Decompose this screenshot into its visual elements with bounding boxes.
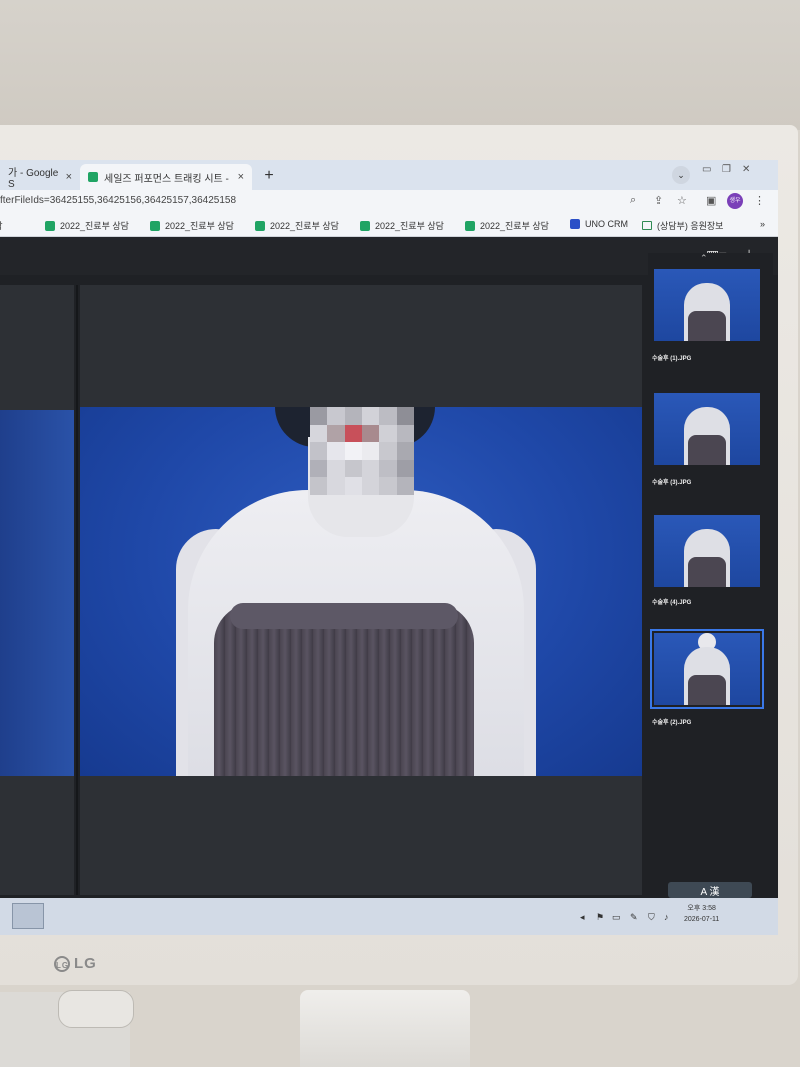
bookmark-item[interactable]: 상담 xyxy=(0,219,3,232)
share-icon[interactable]: ⇪ xyxy=(654,194,663,207)
bookmarks-bar: 상담 2022_진료부 상담 2022_진료부 상담 2022_진료부 상담 2… xyxy=(0,214,778,237)
thumbnail-strip: ⌃ 수술후 (1).JPG 수술후 (3).JPG 수술후 (4).JPG 수술… xyxy=(648,253,773,913)
tab-google-search[interactable]: 가 - Google S × xyxy=(0,164,80,190)
bookmark-item[interactable]: 2022_진료부 상담 xyxy=(360,219,444,232)
green-sheet-icon xyxy=(360,220,370,231)
thumbnail-label: 수술후 (4).JPG xyxy=(652,600,692,606)
close-icon[interactable]: × xyxy=(238,171,244,183)
thumbnail-label: 수술후 (1).JPG xyxy=(652,356,692,362)
bookmark-item[interactable]: 2022_진료부 상담 xyxy=(255,219,339,232)
pen-icon[interactable]: ✎ xyxy=(630,912,638,923)
tab-title: 세일즈 퍼포먼스 트래킹 시트 - xyxy=(104,173,229,185)
green-sheet-icon xyxy=(150,220,160,231)
ime-indicator[interactable]: A 漢 xyxy=(668,882,752,898)
pixelated-face xyxy=(310,407,414,495)
main-image-pane[interactable] xyxy=(80,285,642,895)
image-viewer: ▦▾ ⤓ xyxy=(0,237,778,935)
taskbar-app-button[interactable] xyxy=(12,903,44,929)
bookmark-item[interactable]: 2022_진료부 상담 xyxy=(150,219,234,232)
clock-time: 오후 3:58 xyxy=(687,905,716,912)
url-field[interactable]: fterFileIds=36425155,36425156,36425157,3… xyxy=(0,195,236,206)
network-icon[interactable]: ▭ xyxy=(612,912,621,923)
windows-taskbar: ◂ ⚑ ▭ ✎ ⛉ ♪ 오후 3:58 2026-07-11 xyxy=(0,898,778,935)
close-window-icon[interactable]: ✕ xyxy=(742,164,750,175)
tab-sales-tracking-sheet[interactable]: 세일즈 퍼포먼스 트래킹 시트 - × xyxy=(80,164,252,190)
thumbnail-1[interactable] xyxy=(654,269,760,341)
sheets-icon xyxy=(88,172,98,182)
address-bar: fterFileIds=36425155,36425156,36425157,3… xyxy=(0,190,778,214)
thumbnail-4-selected[interactable] xyxy=(650,629,764,709)
lg-logo-icon: LG xyxy=(54,956,70,973)
monitor-stand-arm xyxy=(58,990,134,1028)
shield-icon[interactable]: ⛉ xyxy=(648,912,655,923)
browser-tab-strip: 가 - Google S × 세일즈 퍼포먼스 트래킹 시트 - × + ⌄ ▭… xyxy=(0,160,778,190)
bookmarks-overflow-icon[interactable]: » xyxy=(760,219,765,229)
bookmark-item[interactable]: 2022_진료부 상담 xyxy=(45,219,129,232)
pane-divider[interactable] xyxy=(76,285,78,895)
bookmark-item[interactable]: (상담부) 응원장보 xyxy=(642,219,723,232)
wall-background xyxy=(0,0,800,130)
clock[interactable]: 오후 3:58 2026-07-11 xyxy=(684,903,719,925)
close-icon[interactable]: × xyxy=(66,171,72,183)
new-tab-button[interactable]: + xyxy=(259,166,279,186)
search-icon[interactable]: ⌕ xyxy=(630,194,636,207)
thumbnail-2[interactable] xyxy=(654,393,760,465)
green-sheet-icon xyxy=(465,220,475,231)
thumbnail-label: 수술후 (3).JPG xyxy=(652,480,692,486)
green-sheet-icon xyxy=(45,220,55,231)
profile-avatar[interactable]: 생우 xyxy=(727,193,743,209)
previous-photo xyxy=(0,410,74,776)
volume-icon[interactable]: ♪ xyxy=(664,912,669,922)
flag-icon[interactable]: ⚑ xyxy=(596,912,604,923)
star-icon[interactable]: ☆ xyxy=(677,194,687,207)
bookmark-item[interactable]: UNO CRM xyxy=(570,219,628,229)
scroll-up-icon[interactable]: ⌃ xyxy=(700,253,708,264)
photo-dress-top xyxy=(230,603,458,629)
green-sheet-icon xyxy=(255,220,265,231)
thumbnail-3[interactable] xyxy=(654,515,760,587)
tab-title: 가 - Google S xyxy=(8,168,59,190)
tab-search-chevron-down-icon[interactable]: ⌄ xyxy=(672,166,690,184)
previous-image-pane[interactable] xyxy=(0,285,74,895)
monitor-screen: 가 - Google S × 세일즈 퍼포먼스 트래킹 시트 - × + ⌄ ▭… xyxy=(0,160,778,935)
image-icon xyxy=(642,221,652,230)
sidepanel-icon[interactable]: ▣ xyxy=(706,194,716,207)
minimize-icon[interactable]: ▭ xyxy=(702,164,711,175)
restore-icon[interactable]: ❐ xyxy=(722,164,731,175)
thumbnail-label: 수술후 (2).JPG xyxy=(652,720,692,726)
monitor-brand-logo: LG LG xyxy=(54,955,97,973)
clock-date: 2026-07-11 xyxy=(684,916,720,923)
main-photo xyxy=(80,407,642,776)
blue-app-icon xyxy=(570,219,580,229)
menu-kebab-icon[interactable]: ⋮ xyxy=(754,194,765,207)
bookmark-item[interactable]: 2022_진료부 상담 xyxy=(465,219,549,232)
tray-arrow-icon[interactable]: ◂ xyxy=(580,912,585,923)
plastic-bag xyxy=(300,990,470,1067)
